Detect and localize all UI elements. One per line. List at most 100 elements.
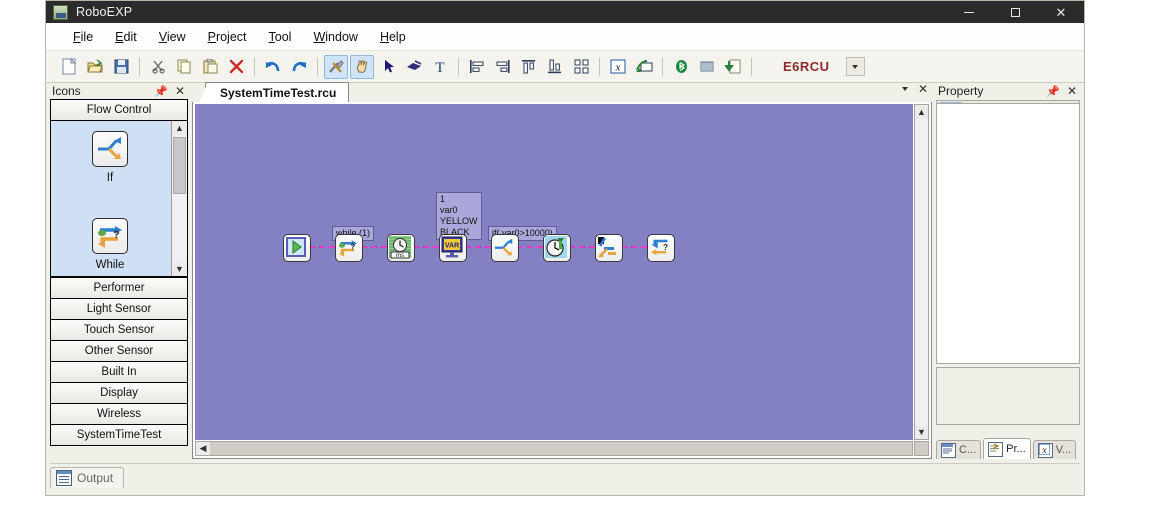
panel-tab-label: C... — [959, 444, 977, 456]
copy-icon[interactable] — [172, 55, 196, 79]
menu-edit[interactable]: Edit — [104, 27, 148, 47]
palette-item-while[interactable]: ? While — [51, 218, 169, 271]
undo-icon[interactable] — [261, 55, 285, 79]
icons-group-display[interactable]: Display — [50, 382, 188, 404]
pan-hand-icon[interactable] — [350, 54, 374, 79]
chevron-down-icon[interactable]: ▼ — [172, 262, 187, 276]
align-top-icon[interactable] — [517, 55, 541, 79]
while-loop-icon: ? — [92, 218, 128, 254]
output-tab[interactable]: Output — [50, 467, 125, 488]
icons-group-wireless[interactable]: Wireless — [50, 403, 188, 425]
property-grid[interactable] — [936, 103, 1080, 364]
palette-scrollbar[interactable]: ▲ ▼ — [171, 121, 187, 276]
chevron-left-icon[interactable]: ◀ — [196, 442, 210, 455]
minimize-icon[interactable] — [946, 1, 992, 23]
tools-icon[interactable] — [324, 54, 348, 79]
menu-project[interactable]: Project — [197, 27, 258, 47]
flow-node-endif[interactable] — [595, 234, 623, 262]
toolbar-separator — [458, 57, 459, 76]
chip-icon[interactable] — [695, 55, 719, 79]
chevron-up-icon[interactable]: ▲ — [172, 121, 187, 135]
pin-icon[interactable]: 📌 — [1046, 85, 1060, 98]
class-view-icon — [941, 442, 956, 458]
icons-group-other-sensor[interactable]: Other Sensor — [50, 340, 188, 362]
panel-tab-label: Pr... — [1006, 443, 1026, 455]
maximize-icon[interactable] — [992, 1, 1038, 23]
close-icon[interactable]: ✕ — [1038, 1, 1084, 23]
panel-tab-class-view[interactable]: C... — [936, 440, 982, 459]
toolbar-separator — [317, 57, 318, 76]
device-dropdown-button[interactable] — [845, 57, 865, 76]
connector-link — [309, 246, 335, 248]
svg-text:ms: ms — [396, 253, 404, 259]
import-doc-icon[interactable] — [721, 55, 745, 79]
icons-group-touch-sensor[interactable]: Touch Sensor — [50, 319, 188, 341]
new-file-icon[interactable] — [57, 55, 81, 79]
scrollbar-corner — [914, 441, 929, 456]
menu-help[interactable]: Help — [369, 27, 417, 47]
if-branch-icon — [92, 131, 128, 167]
connect-link-icon[interactable] — [402, 55, 426, 79]
align-left-icon[interactable] — [465, 55, 489, 79]
canvas-horizontal-scrollbar[interactable]: ◀ — [195, 441, 913, 456]
canvas-vertical-scrollbar[interactable]: ▲ ▼ — [914, 104, 929, 440]
toolbar: T x E6RCU — [46, 51, 1084, 83]
svg-text:?: ? — [663, 243, 668, 252]
flow-node-if[interactable] — [491, 234, 519, 262]
icons-group-flow-control[interactable]: Flow Control — [50, 99, 188, 121]
paste-icon[interactable] — [198, 55, 222, 79]
document-tab-systemtimetest[interactable]: SystemTimeTest.rcu — [198, 82, 350, 104]
palette-item-if[interactable]: If — [51, 131, 169, 184]
close-icon[interactable]: ✕ — [175, 85, 185, 98]
icons-group-label: SystemTimeTest — [76, 429, 162, 441]
window-controls: ✕ — [946, 1, 1084, 23]
variable-x-icon[interactable]: x — [606, 55, 630, 79]
flow-node-endwhile[interactable]: ? — [647, 234, 675, 262]
align-bottom-icon[interactable] — [543, 55, 567, 79]
flow-node-clock-set[interactable] — [543, 234, 571, 262]
property-panel: Property 📌 ✕ AZ — [936, 82, 1080, 459]
cut-scissors-icon[interactable] — [146, 55, 170, 79]
delete-x-icon[interactable] — [224, 55, 248, 79]
title-bar: RoboEXP ✕ — [46, 1, 1084, 23]
application-window: RoboEXP ✕ File Edit View Project Tool Wi… — [45, 0, 1085, 496]
flow-canvas[interactable]: while (1) 1 var0 YELLOW BLACK if( var0>1… — [195, 104, 913, 440]
menu-file[interactable]: File — [62, 27, 104, 47]
open-folder-icon[interactable] — [83, 55, 107, 79]
flow-node-while[interactable]: ? — [335, 234, 363, 262]
pointer-arrow-icon[interactable] — [376, 55, 400, 79]
canvas-container: while (1) 1 var0 YELLOW BLACK if( var0>1… — [192, 102, 932, 459]
flow-node-start[interactable] — [283, 234, 311, 262]
menu-window[interactable]: Window — [302, 27, 368, 47]
chevron-down-icon[interactable]: ▼ — [915, 425, 928, 439]
align-right-icon[interactable] — [491, 55, 515, 79]
bluetooth-icon[interactable] — [669, 55, 693, 79]
menu-tool[interactable]: Tool — [258, 27, 303, 47]
panel-tab-property[interactable]: Pr... — [983, 438, 1031, 459]
chevron-down-icon[interactable] — [901, 87, 908, 91]
panel-tab-variable-view[interactable]: x V... — [1032, 440, 1077, 459]
document-tab-label: SystemTimeTest.rcu — [220, 86, 337, 100]
icons-group-label: Other Sensor — [84, 345, 154, 357]
scrollbar-thumb[interactable] — [173, 137, 186, 194]
flow-node-variable[interactable]: VAR — [439, 234, 467, 262]
download-program-icon[interactable] — [632, 55, 656, 79]
device-name-label: E6RCU — [783, 59, 830, 74]
chevron-up-icon[interactable]: ▲ — [915, 105, 928, 119]
icons-group-performer[interactable]: Performer — [50, 277, 188, 299]
save-icon[interactable] — [109, 55, 133, 79]
icons-group-light-sensor[interactable]: Light Sensor — [50, 298, 188, 320]
close-icon[interactable]: ✕ — [918, 83, 928, 95]
text-tool-icon[interactable]: T — [428, 55, 452, 79]
icons-group-built-in[interactable]: Built In — [50, 361, 188, 383]
close-icon[interactable]: ✕ — [1067, 85, 1077, 98]
grid-layout-icon[interactable] — [569, 55, 593, 79]
redo-icon[interactable] — [287, 55, 311, 79]
flow-node-timer-ms[interactable]: ms — [387, 234, 415, 262]
output-tab-label: Output — [77, 471, 114, 485]
chevron-down-icon — [852, 64, 859, 69]
menu-view[interactable]: View — [148, 27, 197, 47]
work-area: Icons 📌 ✕ Flow Control If ? While ▲ ▼ Pe… — [46, 81, 1084, 495]
pin-icon[interactable]: 📌 — [154, 85, 168, 98]
icons-group-systemtimetest[interactable]: SystemTimeTest — [50, 424, 188, 446]
